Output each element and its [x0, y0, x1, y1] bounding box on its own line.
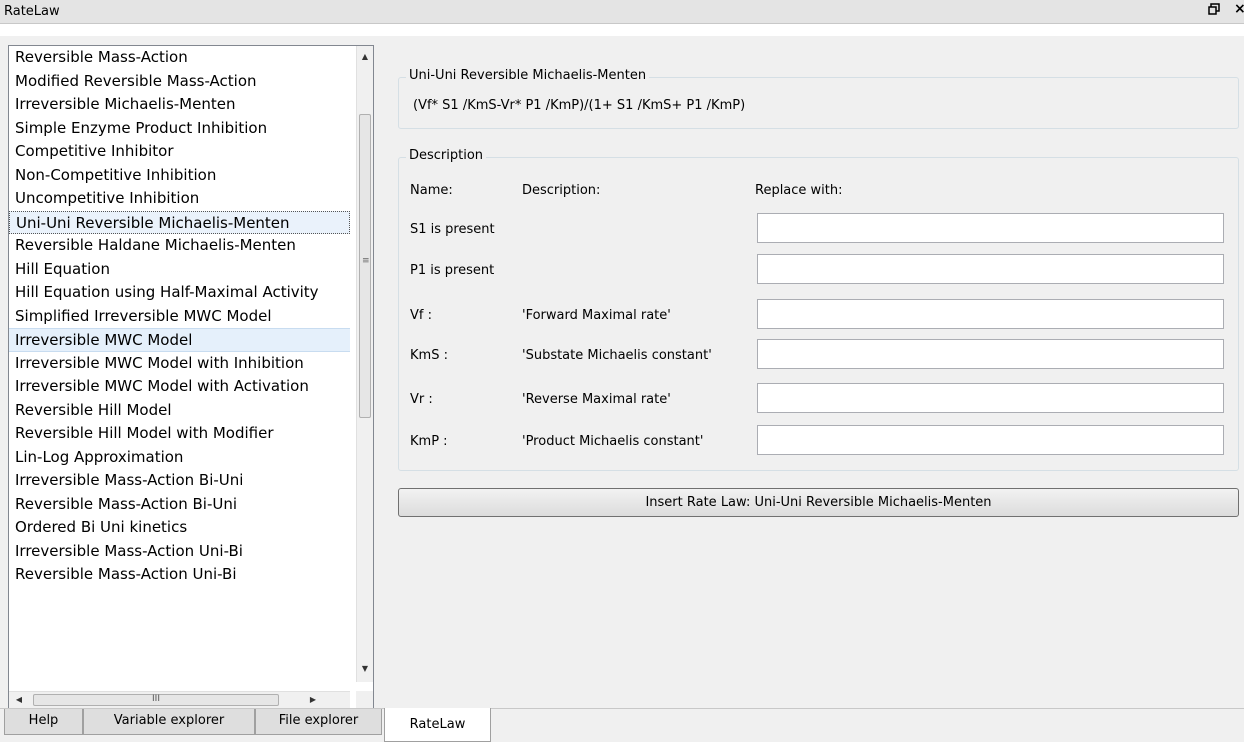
bottom-tab-bar: Help Variable explorer File explorer Rat…: [0, 708, 1244, 742]
close-icon[interactable]: ×: [1234, 1, 1244, 17]
list-item[interactable]: Reversible Haldane Michaelis-Menten: [9, 234, 350, 258]
tab-ratelaw[interactable]: RateLaw: [384, 708, 491, 742]
list-item[interactable]: Uni-Uni Reversible Michaelis-Menten: [9, 210, 350, 234]
replace-with-input[interactable]: [757, 339, 1224, 369]
list-item[interactable]: Uncompetitive Inhibition: [9, 187, 350, 211]
scroll-left-icon[interactable]: ◀: [11, 692, 27, 708]
list-item[interactable]: Reversible Mass-Action Bi-Uni: [9, 493, 350, 517]
list-item[interactable]: Hill Equation: [9, 258, 350, 282]
param-name: KmP :: [410, 434, 448, 449]
rate-law-formula: (Vf* S1 /KmS-Vr* P1 /KmP)/(1+ S1 /KmS+ P…: [413, 98, 746, 113]
replace-with-input[interactable]: [757, 254, 1224, 284]
param-name: P1 is present: [410, 263, 495, 278]
list-item[interactable]: Irreversible Michaelis-Menten: [9, 93, 350, 117]
replace-with-input[interactable]: [757, 383, 1224, 413]
rate-law-list-items: Reversible Mass-Action Modified Reversibl…: [9, 46, 350, 682]
param-description: 'Product Michaelis constant': [522, 434, 704, 449]
grip-icon: ≡: [362, 256, 370, 266]
list-item[interactable]: Competitive Inhibitor: [9, 140, 350, 164]
list-item[interactable]: Reversible Mass-Action: [9, 46, 350, 70]
scroll-right-icon[interactable]: ▶: [305, 692, 321, 708]
param-description: 'Reverse Maximal rate': [522, 392, 671, 407]
replace-with-input[interactable]: [757, 213, 1224, 243]
list-item[interactable]: Reversible Hill Model with Modifier: [9, 422, 350, 446]
tab-help[interactable]: Help: [4, 709, 83, 735]
horizontal-scroll-thumb[interactable]: III: [33, 694, 279, 706]
hscroll-grip: III: [152, 694, 160, 704]
list-item[interactable]: Hill Equation using Half-Maximal Activit…: [9, 281, 350, 305]
list-item[interactable]: Ordered Bi Uni kinetics: [9, 516, 350, 540]
list-item[interactable]: Reversible Mass-Action Uni-Bi: [9, 563, 350, 587]
scroll-up-icon[interactable]: ▲: [357, 48, 373, 65]
list-item[interactable]: Irreversible Mass-Action Bi-Uni: [9, 469, 350, 493]
param-name: KmS :: [410, 348, 448, 363]
param-description: 'Forward Maximal rate': [522, 308, 671, 323]
list-item[interactable]: Irreversible Mass-Action Uni-Bi: [9, 540, 350, 564]
list-item[interactable]: Irreversible MWC Model with Activation: [9, 375, 350, 399]
horizontal-scrollbar[interactable]: ◀ III ▶: [9, 691, 350, 708]
list-item[interactable]: Reversible Hill Model: [9, 399, 350, 423]
param-description: 'Substate Michaelis constant': [522, 348, 712, 363]
scroll-down-icon[interactable]: ▼: [357, 660, 373, 677]
rate-law-list[interactable]: Reversible Mass-Action Modified Reversibl…: [8, 45, 374, 709]
dock-title: RateLaw: [4, 4, 60, 19]
name-column-header: Name:: [410, 183, 453, 198]
param-name: Vr :: [410, 392, 433, 407]
vertical-scroll-thumb[interactable]: ≡: [359, 114, 371, 418]
replace-with-input[interactable]: [757, 425, 1224, 455]
dock-title-bar: RateLaw ×: [0, 0, 1244, 24]
scroll-corner: [356, 691, 373, 708]
tab-file-explorer[interactable]: File explorer: [255, 709, 382, 735]
param-name: Vf :: [410, 308, 432, 323]
description-column-header: Description:: [522, 183, 601, 198]
list-item[interactable]: Non-Competitive Inhibition: [9, 164, 350, 188]
list-item[interactable]: Simple Enzyme Product Inhibition: [9, 117, 350, 141]
insert-rate-law-button[interactable]: Insert Rate Law: Uni-Uni Reversible Mich…: [398, 488, 1239, 517]
description-group-title: Description: [406, 148, 487, 163]
restore-icon[interactable]: [1208, 3, 1220, 19]
list-item[interactable]: Simplified Irreversible MWC Model: [9, 305, 350, 329]
tab-variable-explorer[interactable]: Variable explorer: [83, 709, 255, 735]
vertical-scrollbar[interactable]: ▲ ≡ ▼: [356, 46, 373, 682]
replace-column-header: Replace with:: [755, 183, 843, 198]
list-item[interactable]: Modified Reversible Mass-Action: [9, 70, 350, 94]
replace-with-input[interactable]: [757, 299, 1224, 329]
param-name: S1 is present: [410, 222, 495, 237]
law-group-title: Uni-Uni Reversible Michaelis-Menten: [406, 68, 650, 83]
list-item[interactable]: Irreversible MWC Model with Inhibition: [9, 352, 350, 376]
list-item[interactable]: Irreversible MWC Model: [9, 328, 350, 352]
list-item[interactable]: Lin-Log Approximation: [9, 446, 350, 470]
